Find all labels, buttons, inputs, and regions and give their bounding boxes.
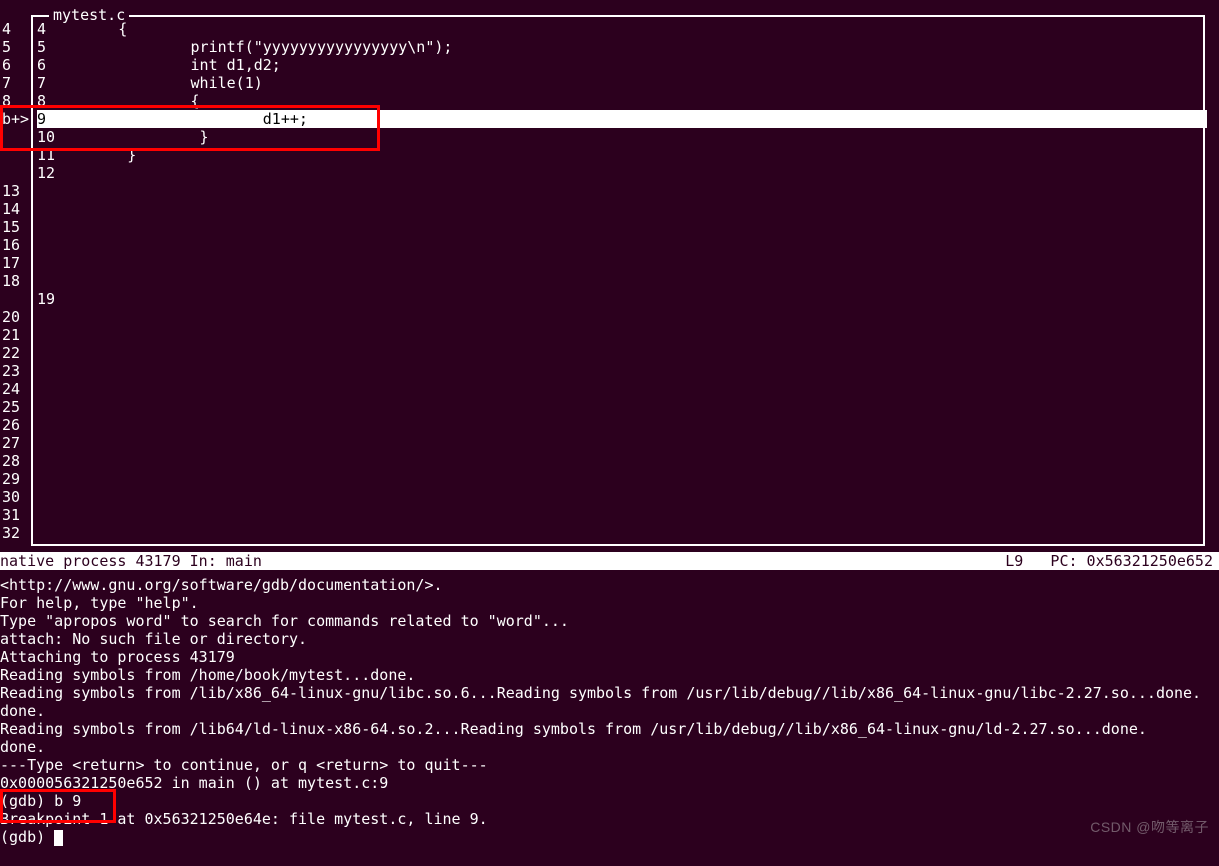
gdb-command-line[interactable]: (gdb) b 9 [0,792,1219,810]
line-number [2,146,33,164]
inline-lineno: 11 [37,146,55,164]
code-line: 11 } [37,146,1207,164]
code-line [37,182,1207,200]
code-text: d1++; [46,110,308,128]
line-number: 25 [2,398,33,416]
code-line: 10 } [37,128,1207,146]
console-line: Type "apropos word" to search for comman… [0,612,1219,630]
inline-lineno: 8 [37,92,46,110]
line-number: 8 [2,92,33,110]
console-line: Attaching to process 43179 [0,648,1219,666]
gdb-prompt[interactable]: (gdb) [0,828,1219,846]
line-number: 30 [2,488,33,506]
line-number: 20 [2,308,33,326]
inline-lineno: 6 [37,56,46,74]
line-number: 16 [2,236,33,254]
console-line: <http://www.gnu.org/software/gdb/documen… [0,576,1219,594]
code-line [37,272,1207,290]
status-left: native process 43179 In: main [0,552,262,570]
line-number: 29 [2,470,33,488]
status-right: L9 PC: 0x56321250e652 [1005,552,1213,570]
line-number: 21 [2,326,33,344]
code-line [37,218,1207,236]
line-number: 5 [2,38,33,56]
gdb-console[interactable]: <http://www.gnu.org/software/gdb/documen… [0,576,1219,846]
line-number: 32 [2,524,33,542]
line-number: 22 [2,344,33,362]
breakpoint-marker: b+> [2,110,29,128]
code-text: } [55,128,209,146]
code-line: 4 { [37,20,1207,38]
console-line: Breakpoint 1 at 0x56321250e64e: file myt… [0,810,1219,828]
console-line: Reading symbols from /lib64/ld-linux-x86… [0,720,1219,738]
line-number: 4 [2,20,33,38]
console-line: Reading symbols from /lib/x86_64-linux-g… [0,684,1219,702]
source-code[interactable]: 4 { 5 printf("yyyyyyyyyyyyyyyy\n"); 6 in… [37,20,1207,308]
code-text: { [46,20,127,38]
line-number: 17 [2,254,33,272]
code-line: 5 printf("yyyyyyyyyyyyyyyy\n"); [37,38,1207,56]
prompt-text: (gdb) [0,828,54,846]
console-line: done. [0,738,1219,756]
source-window[interactable]: mytest.c 4 { 5 printf("yyyyyyyyyyyyyyyy\… [31,15,1205,546]
cursor-icon [54,830,63,846]
inline-lineno: 7 [37,74,46,92]
code-line [37,254,1207,272]
code-text: printf("yyyyyyyyyyyyyyyy\n"); [46,38,452,56]
line-number: 23 [2,362,33,380]
code-text: while(1) [46,74,263,92]
line-number: 31 [2,506,33,524]
inline-lineno: 9 [37,110,46,128]
watermark: CSDN @吻等离子 [1090,818,1209,836]
line-number: 18 [2,272,33,290]
line-number: 26 [2,416,33,434]
line-number: 13 [2,182,33,200]
line-number: 28 [2,452,33,470]
code-line: 7 while(1) [37,74,1207,92]
inline-lineno: 4 [37,20,46,38]
code-text: int d1,d2; [46,56,281,74]
line-number: 15 [2,218,33,236]
line-number: 7 [2,74,33,92]
console-line: Reading symbols from /home/book/mytest..… [0,666,1219,684]
console-line: 0x000056321250e652 in main () at mytest.… [0,774,1219,792]
line-number: 6 [2,56,33,74]
code-text: { [46,92,200,110]
status-bar: native process 43179 In: main L9 PC: 0x5… [0,552,1219,570]
line-number [2,164,33,182]
inline-lineno: 10 [37,128,55,146]
console-line: done. [0,702,1219,720]
code-text: } [55,146,136,164]
code-line: 19 [37,290,1207,308]
inline-lineno: 19 [37,290,55,308]
inline-lineno: 5 [37,38,46,56]
console-line: ---Type <return> to continue, or q <retu… [0,756,1219,774]
line-number [2,128,33,146]
code-line: 12 [37,164,1207,182]
code-line [37,236,1207,254]
line-number: 24 [2,380,33,398]
code-line: 8 { [37,92,1207,110]
line-number: 14 [2,200,33,218]
console-line: attach: No such file or directory. [0,630,1219,648]
console-line: For help, type "help". [0,594,1219,612]
inline-lineno: 12 [37,164,55,182]
line-number [2,290,33,308]
code-line [37,200,1207,218]
line-number: 27 [2,434,33,452]
code-line: 6 int d1,d2; [37,56,1207,74]
current-line: 9 d1++; [37,110,1207,128]
